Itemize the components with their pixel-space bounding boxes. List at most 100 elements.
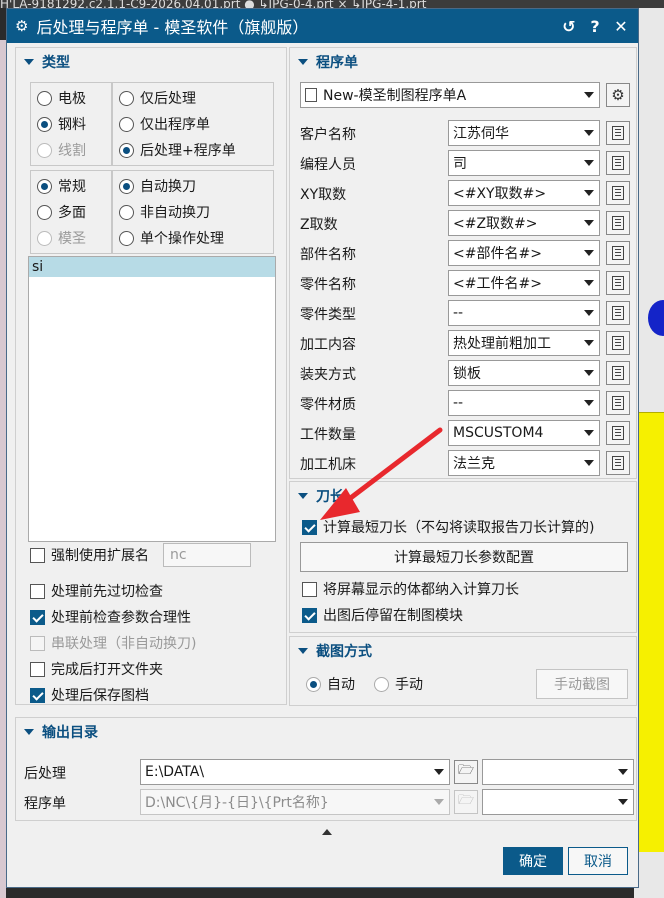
radio-sheet-only[interactable]: 仅出程序单 (113, 111, 273, 137)
field-list-button[interactable] (606, 301, 630, 325)
calc-shortest-row[interactable]: 计算最短刀长（不勾将读取报告刀长计算的) (302, 516, 594, 538)
template-settings-button[interactable]: ⚙ (606, 83, 630, 107)
radio-post-and-sheet-control[interactable] (119, 142, 134, 158)
radio-single-operation-control[interactable] (119, 230, 134, 246)
program-sheet-header[interactable]: 程序单 (290, 48, 636, 76)
field-select[interactable]: -- (448, 300, 600, 326)
type-section-header[interactable]: 类型 (16, 48, 286, 76)
field-select[interactable]: <#XY取数#> (448, 180, 600, 206)
option-param-check[interactable]: 处理前检查参数合理性 (30, 606, 191, 628)
radio-manual-tool-change-control[interactable] (119, 204, 134, 220)
template-select[interactable]: New-模圣制图程序单A (300, 82, 600, 108)
reset-icon[interactable]: ↺ (560, 17, 578, 36)
field-select[interactable]: 锁板 (448, 360, 600, 386)
radio-post-only[interactable]: 仅后处理 (113, 85, 273, 111)
calc-shortest-label: 计算最短刀长（不勾将读取报告刀长计算的) (323, 520, 595, 536)
radio-auto-capture-control[interactable] (306, 676, 321, 692)
calc-shortest-checkbox[interactable] (302, 519, 317, 535)
field-select[interactable]: <#工件名#> (448, 270, 600, 296)
field-list-button[interactable] (606, 391, 630, 415)
radio-normal[interactable]: 常规 (31, 173, 111, 199)
folder-open-icon: 🗁 (457, 793, 475, 808)
field-list-button[interactable] (606, 181, 630, 205)
field-select[interactable]: 司 (448, 150, 600, 176)
tool-length-header[interactable]: 刀长 (290, 482, 636, 510)
list-item[interactable]: si (29, 257, 275, 277)
stay-in-drafting-checkbox[interactable] (302, 607, 317, 623)
field-label: 零件材质 (300, 397, 356, 413)
screenshot-mode-header[interactable]: 截图方式 (290, 637, 636, 665)
field-select[interactable]: 江苏伺华 (448, 120, 600, 146)
field-list-button[interactable] (606, 451, 630, 475)
post-dir-browse-button[interactable]: 🗁 (454, 760, 478, 784)
radio-sheet-only-control[interactable] (119, 116, 134, 132)
field-list-button[interactable] (606, 211, 630, 235)
radio-steel[interactable]: 钢料 (31, 111, 111, 137)
field-select-value: 司 (453, 156, 467, 172)
tool-change-radio-group: 自动换刀 非自动换刀 单个操作处理 (112, 170, 274, 254)
radio-normal-control[interactable] (37, 178, 52, 194)
radio-single-operation[interactable]: 单个操作处理 (113, 225, 273, 251)
field-select[interactable]: 法兰克 (448, 450, 600, 476)
field-select[interactable]: -- (448, 390, 600, 416)
radio-multi-face-control[interactable] (37, 204, 52, 220)
post-dir-select[interactable]: E:\DATA\ (140, 759, 450, 785)
close-icon[interactable]: ✕ (612, 17, 630, 36)
radio-manual-capture[interactable]: 手动 (368, 671, 423, 697)
dialog-titlebar[interactable]: ⚙ 后处理与程序单 - 模圣软件（旗舰版） ↺ ? ✕ (7, 9, 638, 43)
force-extension-checkbox[interactable] (30, 547, 45, 563)
field-label: 加工内容 (300, 337, 356, 353)
option-save-part[interactable]: 处理后保存图档 (30, 684, 149, 706)
expand-more-icon[interactable] (322, 829, 332, 835)
option-serial-process: 串联处理（非自动换刀) (30, 632, 196, 654)
include-visible-row[interactable]: 将屏幕显示的体都纳入计算刀长 (302, 578, 519, 600)
field-label: 工件数量 (300, 427, 356, 443)
radio-post-only-control[interactable] (119, 90, 134, 106)
option-gouge-check[interactable]: 处理前先过切检查 (30, 580, 163, 602)
stay-in-drafting-row[interactable]: 出图后停留在制图模块 (302, 604, 463, 626)
extension-input[interactable]: nc (163, 543, 251, 567)
field-list-button[interactable] (606, 151, 630, 175)
program-sheet-title: 程序单 (316, 55, 358, 71)
option-open-folder[interactable]: 完成后打开文件夹 (30, 658, 163, 680)
tool-length-config-button[interactable]: 计算最短刀长参数配置 (300, 542, 628, 572)
ok-button[interactable]: 确定 (503, 847, 563, 875)
help-icon[interactable]: ? (586, 17, 604, 36)
field-list-button[interactable] (606, 271, 630, 295)
post-dir-extra-select[interactable] (482, 759, 634, 785)
radio-multi-face[interactable]: 多面 (31, 199, 111, 225)
sheet-dir-extra-select[interactable] (482, 789, 634, 815)
radio-electrode[interactable]: 电极 (31, 85, 111, 111)
radio-auto-capture[interactable]: 自动 (300, 671, 355, 697)
radio-post-and-sheet[interactable]: 后处理+程序单 (113, 137, 273, 163)
option-param-check-checkbox[interactable] (30, 609, 45, 625)
radio-auto-tool-change-control[interactable] (119, 178, 134, 194)
radio-wire-cut: 线割 (31, 137, 111, 163)
field-select[interactable]: <#Z取数#> (448, 210, 600, 236)
radio-auto-tool-change[interactable]: 自动换刀 (113, 173, 273, 199)
cancel-button[interactable]: 取消 (568, 847, 628, 875)
field-list-button[interactable] (606, 361, 630, 385)
radio-manual-capture-control[interactable] (374, 676, 389, 692)
post-processor-list[interactable]: si (28, 256, 276, 542)
chevron-down-icon (579, 220, 599, 226)
field-select[interactable]: MSCUSTOM4 (448, 420, 600, 446)
field-select[interactable]: <#部件名#> (448, 240, 600, 266)
radio-steel-control[interactable] (37, 116, 52, 132)
include-visible-checkbox[interactable] (302, 581, 317, 597)
radio-single-operation-label: 单个操作处理 (140, 231, 224, 247)
field-select[interactable]: 热处理前粗加工 (448, 330, 600, 356)
dialog-title: 后处理与程序单 - 模圣软件（旗舰版） (36, 18, 309, 37)
radio-manual-tool-change[interactable]: 非自动换刀 (113, 199, 273, 225)
radio-manual-capture-label: 手动 (395, 677, 423, 693)
output-directory-header[interactable]: 输出目录 (16, 718, 636, 746)
radio-electrode-control[interactable] (37, 90, 52, 106)
field-list-button[interactable] (606, 331, 630, 355)
option-gouge-check-checkbox[interactable] (30, 583, 45, 599)
field-list-button[interactable] (606, 241, 630, 265)
option-save-part-checkbox[interactable] (30, 687, 45, 703)
option-open-folder-checkbox[interactable] (30, 661, 45, 677)
chevron-down-icon (579, 190, 599, 196)
field-list-button[interactable] (606, 121, 630, 145)
field-list-button[interactable] (606, 421, 630, 445)
